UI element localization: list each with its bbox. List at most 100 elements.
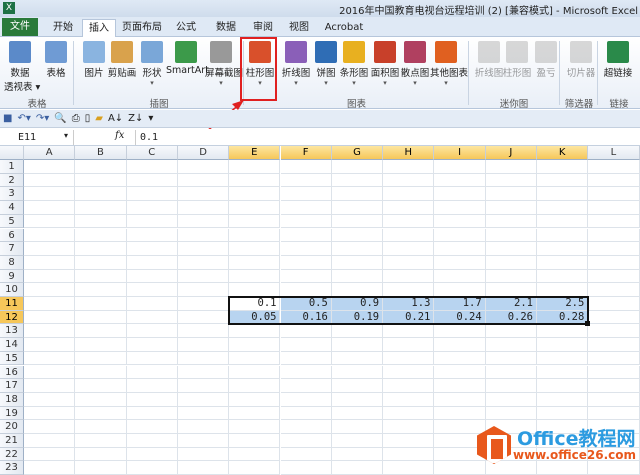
cell-I7[interactable] <box>434 242 486 256</box>
cell-D12[interactable] <box>177 310 230 325</box>
cell-A7[interactable] <box>24 242 76 256</box>
cell-F11[interactable]: 0.5 <box>280 297 332 311</box>
cell-J11[interactable]: 2.1 <box>485 297 537 311</box>
cell-C14[interactable] <box>126 338 178 352</box>
cell-L19[interactable] <box>588 406 640 421</box>
insert-function-icon[interactable]: fx <box>115 130 124 141</box>
new-icon[interactable]: ▯ <box>85 113 91 124</box>
cell-C6[interactable] <box>126 228 178 243</box>
cell-D14[interactable] <box>177 338 230 352</box>
cell-G5[interactable] <box>331 214 384 229</box>
cell-C9[interactable] <box>126 269 178 284</box>
cell-D20[interactable] <box>177 420 230 434</box>
cell-E1[interactable] <box>229 160 281 174</box>
cell-I11[interactable]: 1.7 <box>434 297 486 311</box>
cell-F19[interactable] <box>280 406 332 421</box>
cell-K10[interactable] <box>537 283 589 297</box>
cell-B1[interactable] <box>75 160 127 174</box>
cell-D18[interactable] <box>177 392 230 407</box>
cell-I10[interactable] <box>434 283 486 297</box>
cell-G6[interactable] <box>331 228 384 243</box>
cell-E22[interactable] <box>229 447 281 462</box>
cell-G7[interactable] <box>331 242 384 256</box>
cell-F20[interactable] <box>280 420 332 434</box>
cell-F5[interactable] <box>280 214 332 229</box>
cell-C16[interactable] <box>126 365 178 380</box>
cell-G18[interactable] <box>331 392 384 407</box>
cell-J9[interactable] <box>485 269 537 284</box>
cell-F13[interactable] <box>280 324 332 339</box>
cell-E10[interactable] <box>229 283 281 297</box>
cell-E7[interactable] <box>229 242 281 256</box>
cell-D7[interactable] <box>177 242 230 256</box>
open-icon[interactable]: ▰ <box>95 113 103 124</box>
cell-G8[interactable] <box>331 255 384 270</box>
cell-G19[interactable] <box>331 406 384 421</box>
print-icon[interactable]: ⎙ <box>72 113 80 124</box>
cell-E13[interactable] <box>229 324 281 339</box>
cell-A9[interactable] <box>24 269 76 284</box>
print-preview-icon[interactable]: 🔍 <box>54 113 66 124</box>
cell-G15[interactable] <box>331 351 384 366</box>
cell-D13[interactable] <box>177 324 230 339</box>
cell-H18[interactable] <box>383 392 435 407</box>
cell-I19[interactable] <box>434 406 486 421</box>
formula-input[interactable]: 0.1 <box>135 130 635 145</box>
cell-F9[interactable] <box>280 269 332 284</box>
cell-D1[interactable] <box>177 160 230 174</box>
cell-K19[interactable] <box>537 406 589 421</box>
cell-K9[interactable] <box>537 269 589 284</box>
cell-E17[interactable] <box>229 379 281 393</box>
row-header-3[interactable]: 3 <box>0 187 24 202</box>
select-all-corner[interactable] <box>0 146 24 160</box>
cell-B10[interactable] <box>75 283 127 297</box>
cell-J8[interactable] <box>485 255 537 270</box>
cell-F8[interactable] <box>280 255 332 270</box>
other-charts-button[interactable]: 其他图表 ▾ <box>430 39 468 87</box>
cell-H3[interactable] <box>383 187 435 202</box>
cell-B2[interactable] <box>75 173 127 188</box>
cell-I5[interactable] <box>434 214 486 229</box>
cell-A22[interactable] <box>24 447 76 462</box>
row-header-23[interactable]: 23 <box>0 461 24 475</box>
cell-F2[interactable] <box>280 173 332 188</box>
row-header-6[interactable]: 6 <box>0 228 24 243</box>
cell-H12[interactable]: 0.21 <box>383 310 435 325</box>
cell-F23[interactable] <box>280 461 332 475</box>
column-header-D[interactable]: D <box>177 146 230 160</box>
cell-H2[interactable] <box>383 173 435 188</box>
cell-B23[interactable] <box>75 461 127 475</box>
cell-A17[interactable] <box>24 379 76 393</box>
cell-I8[interactable] <box>434 255 486 270</box>
row-header-9[interactable]: 9 <box>0 269 24 284</box>
cell-C10[interactable] <box>126 283 178 297</box>
cell-C7[interactable] <box>126 242 178 256</box>
cell-F14[interactable] <box>280 338 332 352</box>
cell-D8[interactable] <box>177 255 230 270</box>
column-header-J[interactable]: J <box>485 146 537 160</box>
cell-C22[interactable] <box>126 447 178 462</box>
cell-E15[interactable] <box>229 351 281 366</box>
cell-L12[interactable] <box>588 310 640 325</box>
row-header-20[interactable]: 20 <box>0 420 24 434</box>
spark-column-button[interactable]: 柱形图 <box>501 39 533 79</box>
cell-F4[interactable] <box>280 201 332 215</box>
cell-J10[interactable] <box>485 283 537 297</box>
cell-C11[interactable] <box>126 297 178 311</box>
cell-I17[interactable] <box>434 379 486 393</box>
cell-K1[interactable] <box>537 160 589 174</box>
cell-A21[interactable] <box>24 434 76 448</box>
column-header-B[interactable]: B <box>75 146 127 160</box>
cell-J3[interactable] <box>485 187 537 202</box>
area-chart-button[interactable]: 面积图 ▾ <box>369 39 401 87</box>
column-header-I[interactable]: I <box>434 146 486 160</box>
cell-D23[interactable] <box>177 461 230 475</box>
slicer-button[interactable]: 切片器 <box>565 39 597 79</box>
cell-A11[interactable] <box>24 297 76 311</box>
cell-F21[interactable] <box>280 434 332 448</box>
cell-A12[interactable] <box>24 310 76 325</box>
row-header-2[interactable]: 2 <box>0 173 24 188</box>
tab-5[interactable]: 数据 <box>208 19 244 37</box>
row-header-1[interactable]: 1 <box>0 160 24 174</box>
cell-H23[interactable] <box>383 461 435 475</box>
